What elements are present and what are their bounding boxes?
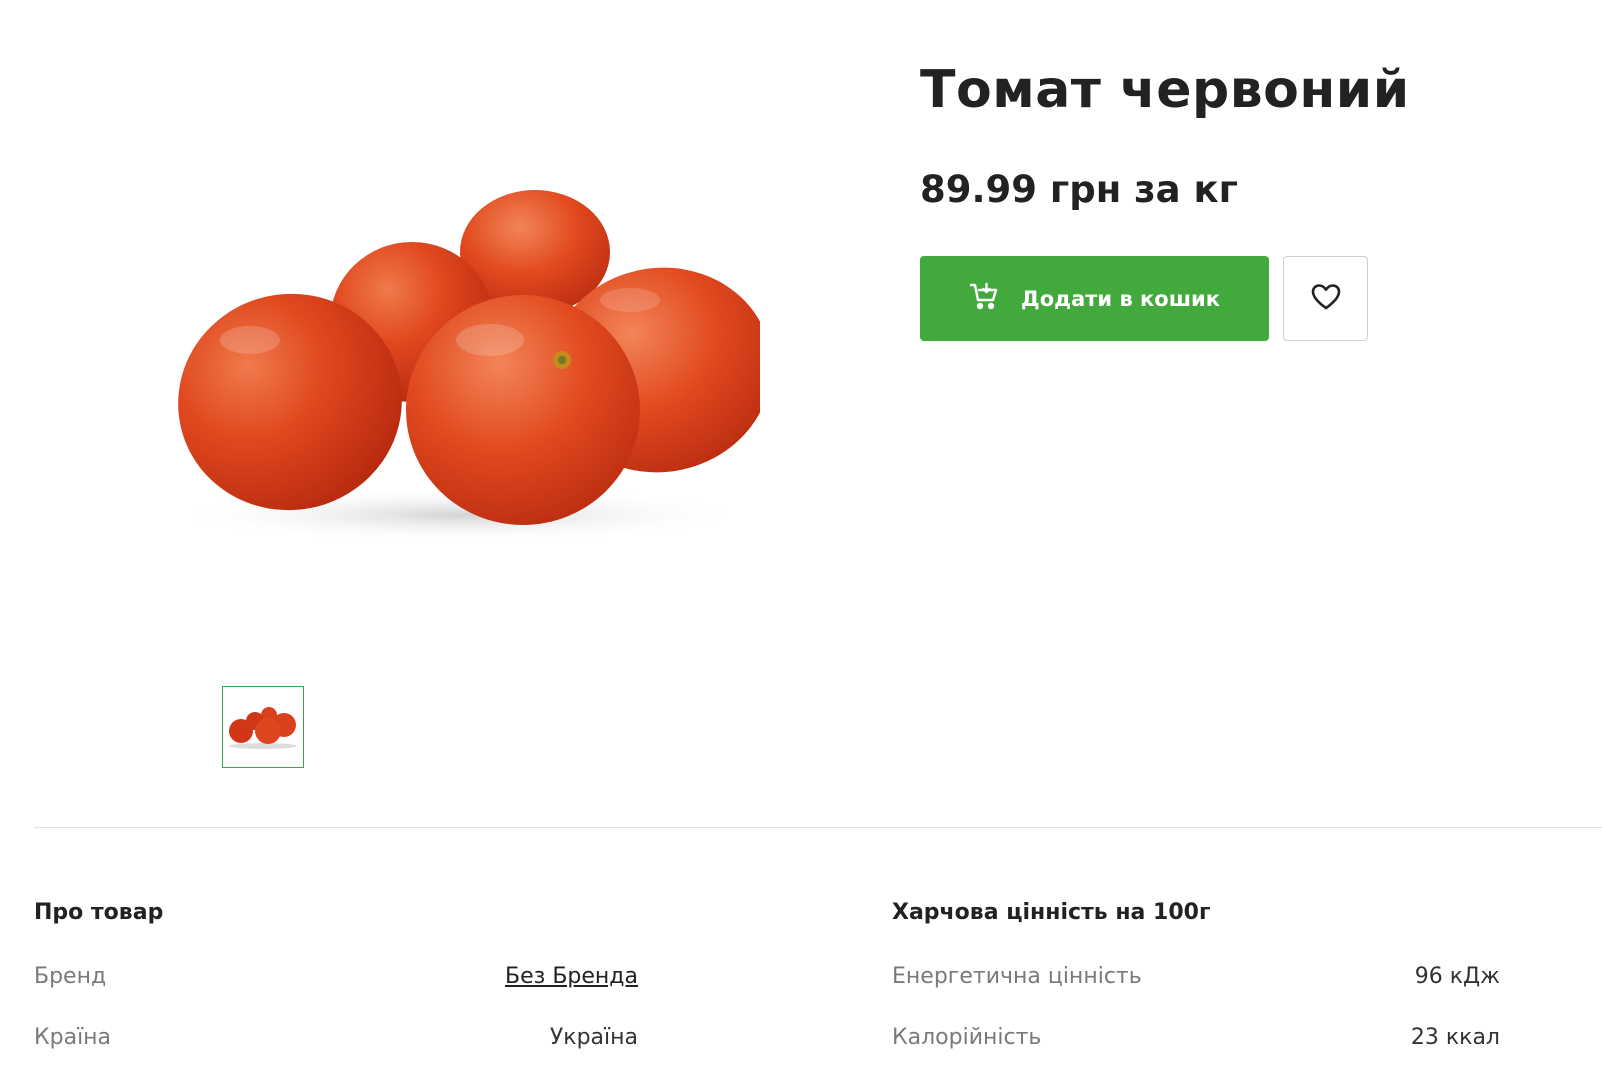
cart-add-icon <box>969 281 999 316</box>
section-divider <box>34 827 1602 828</box>
spec-value-calories: 23 ккал <box>1410 1025 1500 1050</box>
product-page: Томат червоний 89.99 грн за кг Додати в … <box>0 0 1602 1081</box>
add-to-cart-button[interactable]: Додати в кошик <box>920 256 1269 341</box>
heart-icon <box>1311 283 1341 314</box>
product-price: 89.99 грн за кг <box>920 168 1238 211</box>
tomato-illustration <box>170 190 772 543</box>
spec-value-energy: 96 кДж <box>1414 964 1500 989</box>
add-to-favorites-button[interactable] <box>1283 256 1368 341</box>
brand-link[interactable]: Без Бренда <box>505 964 638 989</box>
add-to-cart-label: Додати в кошик <box>1020 286 1220 311</box>
spec-label-calories: Калорійність <box>892 1025 1042 1050</box>
spec-label-country: Країна <box>34 1025 112 1050</box>
gallery-thumbnail[interactable] <box>222 686 304 768</box>
product-main-image <box>160 180 772 543</box>
about-heading: Про товар <box>34 900 164 925</box>
nutrition-heading: Харчова цінність на 100г <box>892 900 1211 925</box>
tomato-thumbnail-image <box>229 707 297 749</box>
spec-label-energy: Енергетична цінність <box>892 964 1142 989</box>
product-title: Томат червоний <box>920 60 1410 120</box>
spec-label-brand: Бренд <box>34 964 107 989</box>
spec-value-country: Україна <box>549 1025 638 1050</box>
